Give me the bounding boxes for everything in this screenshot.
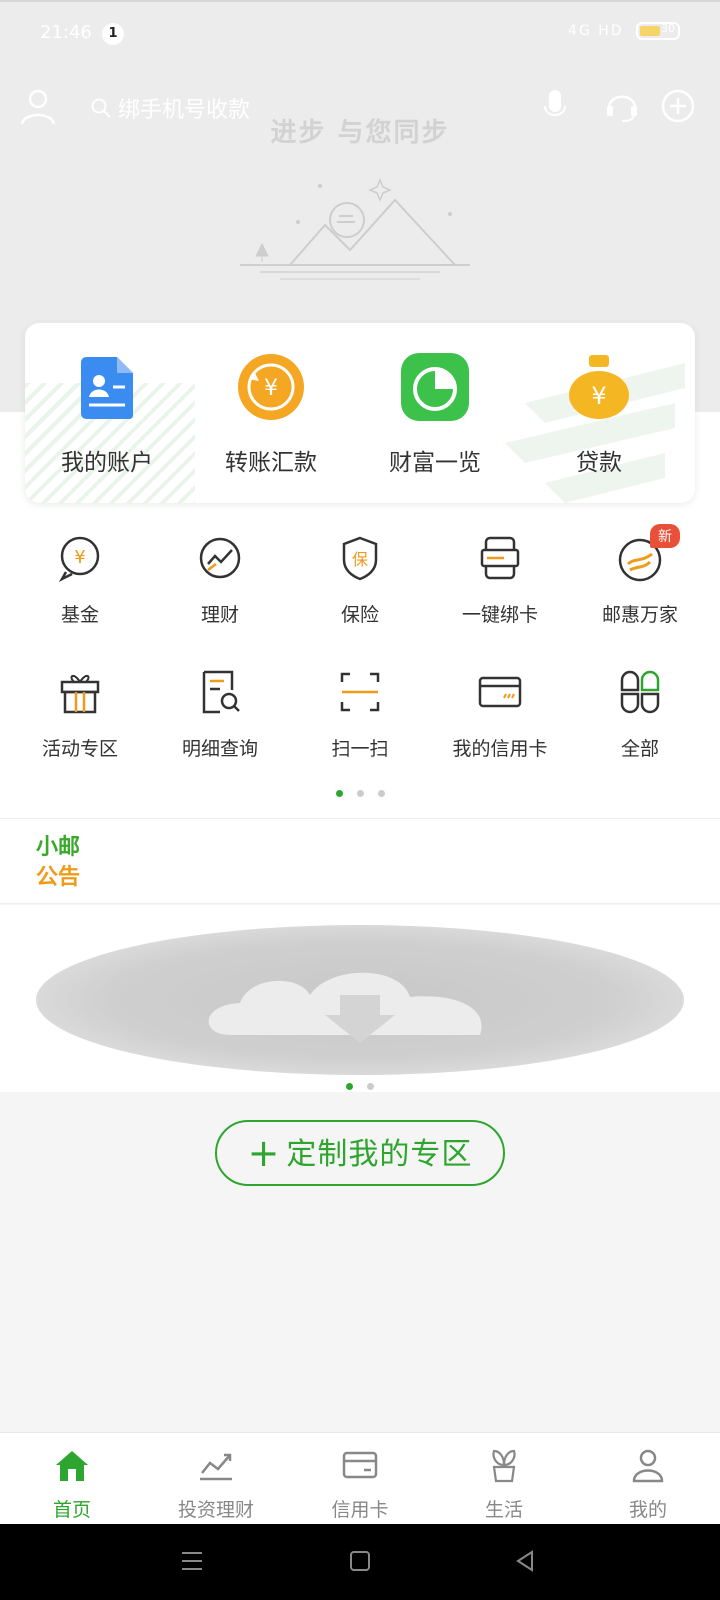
grid-item-bind-card[interactable]: 一键绑卡 xyxy=(430,532,570,627)
status-right: 4G HD 30 xyxy=(568,22,680,40)
grid-item-finance[interactable]: 理财 xyxy=(150,532,290,627)
plant-icon xyxy=(492,1449,516,1483)
grid-item-credit-card[interactable]: 我的信用卡 xyxy=(430,666,570,761)
tab-label: 生活 xyxy=(484,1499,523,1521)
grid-label: 保险 xyxy=(340,604,379,626)
cloud-download-icon xyxy=(208,972,482,1043)
svg-text:¥: ¥ xyxy=(264,376,278,401)
quick-label: 财富一览 xyxy=(389,450,481,476)
banner-carousel[interactable] xyxy=(0,905,720,1092)
grid-item-all[interactable]: 全部 xyxy=(570,666,710,761)
notice-tag-line2: 公告 xyxy=(36,865,81,890)
grid-item-scan[interactable]: 扫一扫 xyxy=(290,666,430,761)
notice-tag-line1: 小邮 xyxy=(36,835,81,860)
customize-zone-button[interactable]: + 定制我的专区 xyxy=(215,1120,505,1186)
banner-page-indicator xyxy=(0,1075,720,1094)
quick-item-account[interactable]: 我的账户 xyxy=(37,353,177,477)
tab-invest[interactable]: 投资理财 xyxy=(144,1447,288,1522)
detail-search-icon xyxy=(202,670,240,714)
tab-life[interactable]: 生活 xyxy=(432,1447,576,1522)
home-square-icon[interactable] xyxy=(349,1550,371,1572)
grid-label: 邮惠万家 xyxy=(601,604,678,626)
bind-card-icon xyxy=(480,536,520,580)
grid-page-indicator xyxy=(0,782,720,801)
grid-label: 基金 xyxy=(60,604,99,626)
home-icon xyxy=(56,1451,88,1481)
gift-icon xyxy=(60,675,100,714)
transfer-coin-icon: ¥ xyxy=(238,354,304,420)
tab-home[interactable]: 首页 xyxy=(0,1447,144,1522)
quick-item-transfer[interactable]: ¥ 转账汇款 xyxy=(201,353,341,477)
grid-label: 理财 xyxy=(200,604,239,626)
page-dot xyxy=(346,1083,353,1090)
page-dot xyxy=(356,790,364,797)
customize-label: 定制我的专区 xyxy=(286,1137,473,1172)
loan-bag-icon: ¥ xyxy=(569,355,629,419)
notice-tag: 小邮 公告 xyxy=(36,833,80,893)
svg-text:¥: ¥ xyxy=(591,382,606,410)
battery-icon: 30 xyxy=(636,22,680,40)
back-icon[interactable] xyxy=(514,1550,536,1572)
credit-card-icon xyxy=(478,676,522,708)
scan-icon xyxy=(340,672,380,712)
status-time: 21:46 xyxy=(40,22,92,43)
insurance-shield-icon: 保 xyxy=(342,536,378,581)
grid-item-insurance[interactable]: 保 保险 xyxy=(290,532,430,627)
battery-level: 30 xyxy=(661,22,675,35)
grid-label: 明细查询 xyxy=(181,738,258,760)
tab-credit-card[interactable]: 信用卡 xyxy=(288,1447,432,1522)
tab-mine[interactable]: 我的 xyxy=(576,1447,720,1522)
all-apps-icon xyxy=(620,670,660,714)
tab-label: 信用卡 xyxy=(331,1499,389,1521)
wealth-pie-icon xyxy=(401,353,469,421)
quick-item-loan[interactable]: ¥ 贷款 xyxy=(529,353,669,477)
grid-label: 扫一扫 xyxy=(331,738,389,760)
invest-icon xyxy=(200,1453,232,1481)
card-icon xyxy=(342,1451,378,1479)
svg-text:保: 保 xyxy=(352,550,368,569)
new-badge: 新 xyxy=(650,524,680,548)
notification-badge: 1 xyxy=(102,23,124,45)
tab-label: 投资理财 xyxy=(177,1499,254,1521)
system-nav-bar xyxy=(0,1524,720,1600)
bottom-tab-bar: 首页 投资理财 信用卡 生活 我的 xyxy=(0,1432,720,1524)
signal-text: 4G HD xyxy=(568,23,624,39)
quick-label: 贷款 xyxy=(576,450,622,476)
grid-item-activity[interactable]: 活动专区 xyxy=(10,666,150,761)
tab-label: 首页 xyxy=(52,1499,91,1521)
finance-chart-icon xyxy=(199,537,241,579)
svg-text:¥: ¥ xyxy=(74,547,85,568)
grid-item-youhui[interactable]: 新 邮惠万家 xyxy=(570,524,710,627)
slogan-text: 进步 与您同步 xyxy=(270,118,450,148)
grid-item-detail[interactable]: 明细查询 xyxy=(150,666,290,761)
fund-icon: ¥ xyxy=(58,536,100,582)
tab-label: 我的 xyxy=(628,1499,667,1521)
grid-label: 一键绑卡 xyxy=(461,604,538,626)
grid-label: 我的信用卡 xyxy=(452,738,548,760)
status-bar: 21:46 1 4G HD 30 xyxy=(40,22,680,46)
grid-label: 全部 xyxy=(620,738,659,760)
quick-label: 我的账户 xyxy=(61,450,153,476)
account-card-icon xyxy=(81,357,133,419)
plus-icon: + xyxy=(247,1131,281,1175)
page-dot xyxy=(367,1083,374,1090)
menu-icon[interactable] xyxy=(180,1550,204,1572)
profile-icon xyxy=(632,1449,664,1483)
grid-label: 活动专区 xyxy=(41,738,118,760)
grid-item-fund[interactable]: ¥ 基金 xyxy=(10,532,150,627)
notice-bar[interactable]: 小邮 公告 xyxy=(0,818,720,904)
placeholder-mountain-icon xyxy=(240,178,470,280)
quick-actions-card: 我的账户 ¥ 转账汇款 财富一览 ¥ 贷款 xyxy=(25,323,695,503)
quick-item-wealth[interactable]: 财富一览 xyxy=(365,353,505,477)
page-dot xyxy=(335,790,343,797)
page-dot xyxy=(377,790,385,797)
quick-label: 转账汇款 xyxy=(225,450,317,476)
